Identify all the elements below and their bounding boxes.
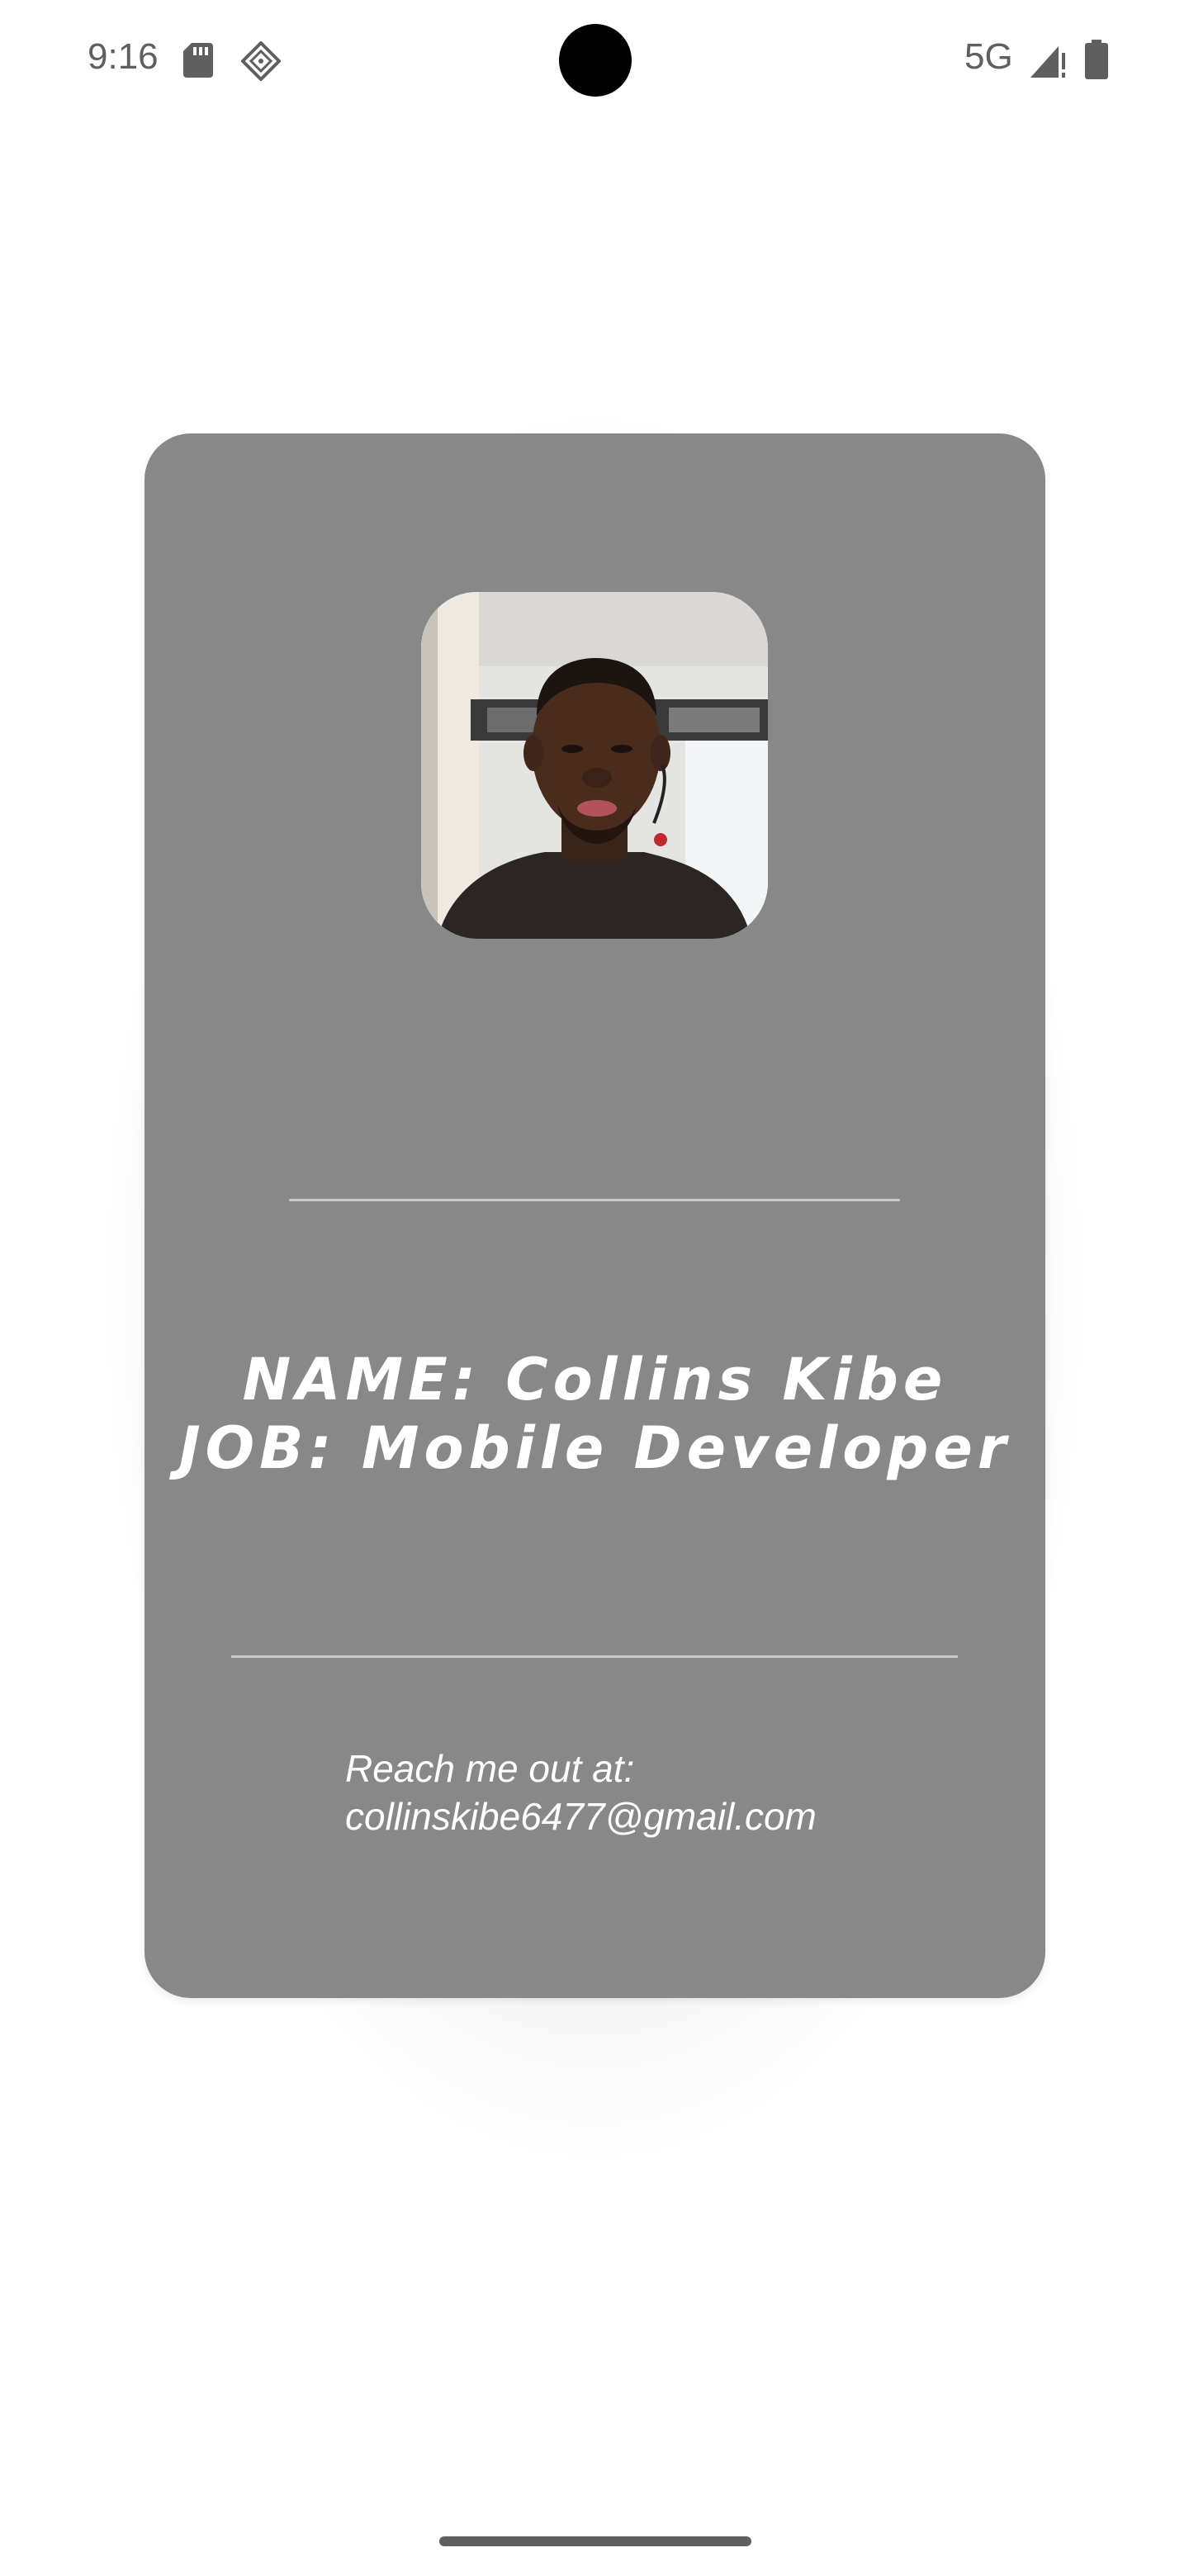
contact-label: Reach me out at: — [345, 1747, 635, 1790]
profile-photo-illustration — [421, 592, 768, 939]
top-divider — [289, 1199, 900, 1201]
status-bar: 9:16 5G — [0, 0, 1189, 116]
bottom-divider — [231, 1655, 958, 1658]
home-indicator[interactable] — [439, 2536, 751, 2546]
app-notification-icon — [241, 41, 281, 81]
status-time: 9:16 — [88, 36, 159, 77]
network-type: 5G — [964, 36, 1013, 77]
signal-icon — [1030, 46, 1065, 78]
battery-icon — [1085, 40, 1108, 79]
sd-card-icon — [183, 43, 213, 78]
contact-email: collinskibe6477@gmail.com — [345, 1795, 817, 1838]
camera-cutout — [559, 24, 632, 97]
business-card: NAME: Collins Kibe JOB: Mobile Developer… — [144, 433, 1045, 1998]
job-text: JOB: Mobile Developer — [178, 1414, 1011, 1482]
name-text: NAME: Collins Kibe — [242, 1346, 948, 1413]
profile-photo — [421, 592, 768, 939]
